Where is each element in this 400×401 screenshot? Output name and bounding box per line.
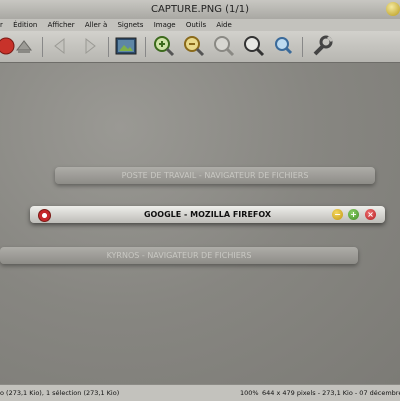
image-viewport: POSTE DE TRAVAIL - NAVIGATEUR DE FICHIER…: [0, 63, 400, 384]
window-bar-firefox: GOOGLE - MOZILLA FIREFOX − + ×: [30, 206, 385, 223]
status-bar: o (273,1 Kio), 1 sélection (273,1 Kio) 1…: [0, 384, 400, 401]
menu-item-edition[interactable]: Édition: [13, 21, 37, 29]
zoom-small-icon[interactable]: [272, 34, 296, 58]
back-icon[interactable]: [48, 34, 72, 58]
toolbar-separator: [145, 37, 146, 57]
title-bar: CAPTURE.PNG (1/1): [0, 0, 400, 19]
menu-item-image[interactable]: Image: [154, 21, 176, 29]
window-bar-label: KYRNOS - NAVIGATEUR DE FICHIERS: [106, 251, 252, 260]
window-title: CAPTURE.PNG (1/1): [150, 4, 250, 15]
menu-dot-icon: [38, 209, 51, 222]
window-bar-poste-de-travail: POSTE DE TRAVAIL - NAVIGATEUR DE FICHIER…: [55, 167, 375, 184]
toolbar: [0, 31, 400, 63]
save-icon[interactable]: [12, 34, 36, 58]
menu-item-signets[interactable]: Signets: [117, 21, 143, 29]
toolbar-separator: [108, 37, 109, 57]
zoom-fit-icon[interactable]: [212, 34, 236, 58]
status-image-info: 644 x 479 pixels - 273,1 Kio - 07 décemb…: [262, 389, 400, 397]
zoom-in-icon[interactable]: [152, 34, 176, 58]
tools-icon[interactable]: [310, 34, 334, 58]
close-icon: ×: [365, 209, 376, 220]
zoom-out-icon[interactable]: [182, 34, 206, 58]
menu-item-outils[interactable]: Outils: [186, 21, 206, 29]
window-bar-kyrnos: KYRNOS - NAVIGATEUR DE FICHIERS: [0, 247, 358, 264]
menu-bar: r Édition Afficher Aller à Signets Image…: [0, 19, 400, 31]
menu-item-aide[interactable]: Aide: [216, 21, 231, 29]
menu-item-afficher[interactable]: Afficher: [48, 21, 75, 29]
window-button-icon[interactable]: [386, 2, 400, 16]
fullscreen-icon[interactable]: [114, 34, 138, 58]
status-zoom: 100%: [240, 389, 259, 397]
zoom-100-icon[interactable]: [242, 34, 266, 58]
window-bar-label: POSTE DE TRAVAIL - NAVIGATEUR DE FICHIER…: [121, 171, 309, 180]
toolbar-separator: [42, 37, 43, 57]
status-selection: o (273,1 Kio), 1 sélection (273,1 Kio): [0, 389, 120, 397]
forward-icon[interactable]: [78, 34, 102, 58]
minimize-icon: −: [332, 209, 343, 220]
toolbar-separator: [302, 37, 303, 57]
menu-item-aller[interactable]: Aller à: [85, 21, 107, 29]
menu-item-fichier[interactable]: r: [0, 21, 3, 29]
maximize-icon: +: [348, 209, 359, 220]
window-bar-label: GOOGLE - MOZILLA FIREFOX: [143, 210, 272, 219]
